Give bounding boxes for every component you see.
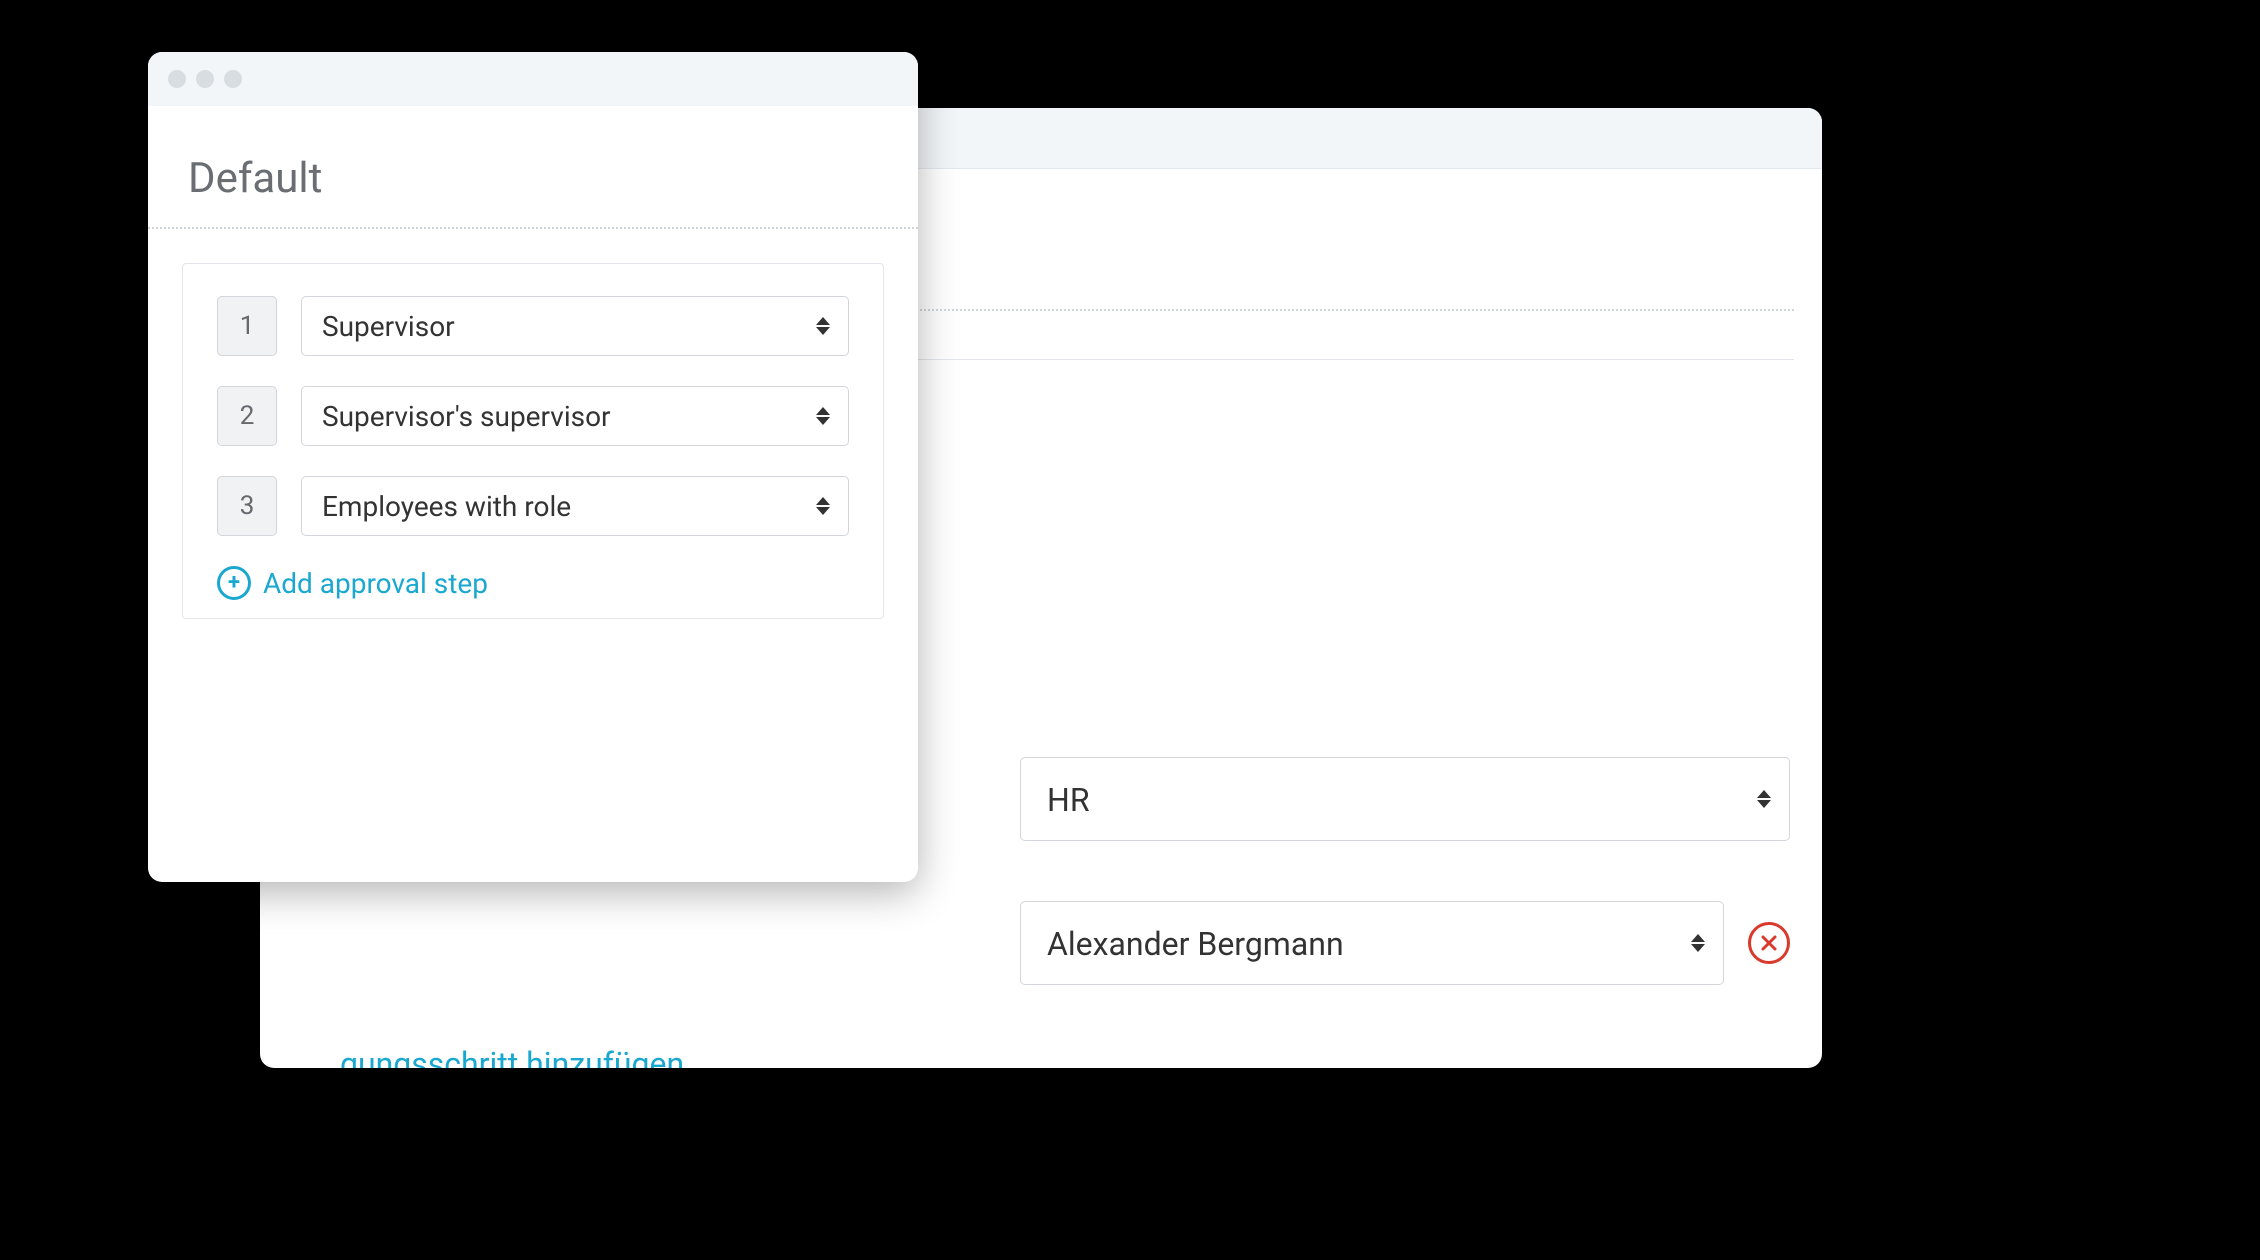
updown-icon	[816, 497, 830, 515]
approval-step-select[interactable]: Employees with role	[301, 476, 849, 536]
add-approval-step-button[interactable]: Add approval step	[217, 566, 849, 600]
front-window-titlebar	[148, 52, 918, 106]
updown-icon	[1691, 934, 1705, 952]
approval-step-select-value: Supervisor's supervisor	[322, 400, 611, 433]
approval-step-row: 3 Employees with role	[217, 476, 849, 536]
approval-step-row: 1 Supervisor	[217, 296, 849, 356]
add-approval-step-label: Add approval step	[263, 567, 488, 600]
traffic-light-dot	[168, 70, 186, 88]
page-title: Default	[148, 106, 918, 229]
traffic-light-dot	[196, 70, 214, 88]
approval-steps-panel: 1 Supervisor 2 Supervisor's supervisor 3 Empl…	[182, 263, 884, 619]
remove-employee-button[interactable]	[1748, 922, 1790, 964]
updown-icon	[1757, 790, 1771, 808]
step-index-badge: 3	[217, 476, 277, 536]
approval-step-select-value: Employees with role	[322, 490, 571, 523]
step-index-badge: 2	[217, 386, 277, 446]
role-select[interactable]: HR	[1020, 757, 1790, 841]
front-window: Default 1 Supervisor 2 Supervisor's supervi…	[148, 52, 918, 882]
approval-step-select-value: Supervisor	[322, 310, 455, 343]
approval-step-select[interactable]: Supervisor	[301, 296, 849, 356]
employee-select-value: Alexander Bergmann	[1047, 925, 1344, 963]
role-select-value: HR	[1047, 781, 1090, 819]
employee-select[interactable]: Alexander Bergmann	[1020, 901, 1724, 985]
updown-icon	[816, 317, 830, 335]
plus-circle-icon	[217, 566, 251, 600]
approval-step-select[interactable]: Supervisor's supervisor	[301, 386, 849, 446]
approval-step-row: 2 Supervisor's supervisor	[217, 386, 849, 446]
traffic-light-dot	[224, 70, 242, 88]
updown-icon	[816, 407, 830, 425]
add-approval-step-back-label[interactable]: gungsschritt hinzufügen	[340, 1045, 1790, 1068]
step-index-badge: 1	[217, 296, 277, 356]
close-icon	[1760, 934, 1778, 952]
